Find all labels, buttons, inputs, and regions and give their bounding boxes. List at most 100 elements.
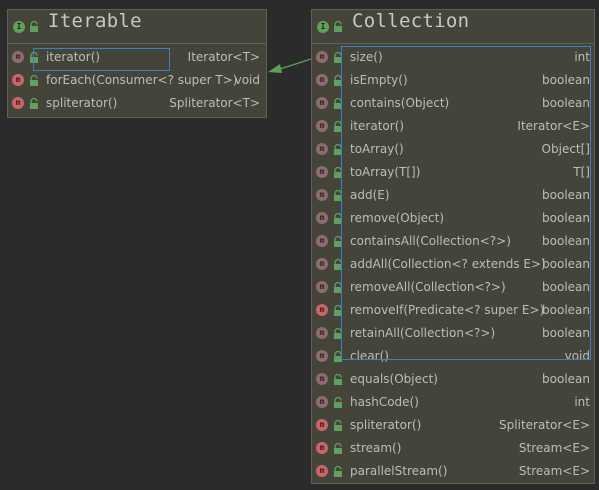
method-name: iterator() [46, 50, 101, 64]
method-row[interactable]: m iterator() Iterator<T> [8, 46, 266, 69]
method-row[interactable]: m containsAll(Collection<?>) boolean [312, 230, 594, 253]
iterable-title: Iterable [48, 10, 142, 32]
method-row[interactable]: m size() int [312, 46, 594, 69]
method-icon: m [316, 143, 328, 155]
public-lock-icon [30, 21, 38, 32]
method-icon: m [316, 373, 328, 385]
method-name: parallelStream() [350, 464, 448, 478]
iterable-header: I Iterable [8, 10, 266, 44]
method-return-type: int [574, 50, 590, 64]
method-icon: m [316, 350, 328, 362]
method-row[interactable]: m toArray(T[]) T[] [312, 161, 594, 184]
method-icon: m [316, 442, 328, 454]
method-row[interactable]: m toArray() Object[] [312, 138, 594, 161]
collection-interface-box[interactable]: I Collection m size() int m isEmpty() boolean… [311, 9, 595, 484]
method-row[interactable]: m forEach(Consumer<? super T>) void [8, 69, 266, 92]
method-name: toArray() [350, 142, 404, 156]
method-name: spliterator() [46, 96, 118, 110]
method-return-type: boolean [542, 73, 590, 87]
method-name: add(E) [350, 188, 390, 202]
method-name: hashCode() [350, 395, 419, 409]
method-icon: m [316, 120, 328, 132]
method-return-type: boolean [542, 96, 590, 110]
method-icon: m [316, 51, 328, 63]
method-name: addAll(Collection<? extends E>) [350, 257, 546, 271]
method-row[interactable]: m spliterator() Spliterator<T> [8, 92, 266, 115]
public-visibility-icon [334, 443, 342, 454]
iterable-interface-box[interactable]: I Iterable m iterator() Iterator<T> m forEac… [7, 9, 267, 118]
method-return-type: Stream<E> [518, 464, 590, 478]
public-visibility-icon [334, 305, 342, 316]
public-visibility-icon [334, 75, 342, 86]
public-visibility-icon [30, 98, 38, 109]
method-return-type: Iterator<E> [517, 119, 590, 133]
method-name: size() [350, 50, 383, 64]
method-return-type: Stream<E> [518, 441, 590, 455]
method-row[interactable]: m remove(Object) boolean [312, 207, 594, 230]
method-icon: m [12, 51, 24, 63]
method-return-type: void [564, 349, 590, 363]
method-row[interactable]: m removeIf(Predicate<? super E>) boolean [312, 299, 594, 322]
interface-icon: I [317, 21, 329, 33]
method-icon: m [316, 465, 328, 477]
method-name: forEach(Consumer<? super T>) [46, 73, 238, 87]
method-row[interactable]: m stream() Stream<E> [312, 437, 594, 460]
method-name: equals(Object) [350, 372, 438, 386]
method-return-type: void [234, 73, 260, 87]
method-return-type: int [574, 395, 590, 409]
public-visibility-icon [334, 121, 342, 132]
method-row[interactable]: m spliterator() Spliterator<E> [312, 414, 594, 437]
public-visibility-icon [334, 144, 342, 155]
inheritance-arrowhead [268, 64, 282, 73]
method-name: iterator() [350, 119, 405, 133]
method-return-type: T[] [573, 165, 590, 179]
method-return-type: boolean [542, 303, 590, 317]
method-row[interactable]: m removeAll(Collection<?>) boolean [312, 276, 594, 299]
method-name: stream() [350, 441, 402, 455]
method-row[interactable]: m isEmpty() boolean [312, 69, 594, 92]
method-row[interactable]: m hashCode() int [312, 391, 594, 414]
method-icon: m [316, 396, 328, 408]
public-visibility-icon [334, 52, 342, 63]
public-visibility-icon [30, 75, 38, 86]
method-return-type: boolean [542, 211, 590, 225]
method-row[interactable]: m contains(Object) boolean [312, 92, 594, 115]
method-return-type: boolean [542, 188, 590, 202]
inheritance-line [276, 58, 312, 71]
collection-header: I Collection [312, 10, 594, 44]
method-icon: m [316, 327, 328, 339]
method-icon: m [316, 304, 328, 316]
public-visibility-icon [334, 167, 342, 178]
method-icon: m [316, 166, 328, 178]
interface-icon: I [13, 21, 25, 33]
public-visibility-icon [30, 52, 38, 63]
public-visibility-icon [334, 374, 342, 385]
method-return-type: Iterator<T> [187, 50, 260, 64]
method-row[interactable]: m iterator() Iterator<E> [312, 115, 594, 138]
method-row[interactable]: m parallelStream() Stream<E> [312, 460, 594, 483]
public-visibility-icon [334, 282, 342, 293]
method-row[interactable]: m equals(Object) boolean [312, 368, 594, 391]
method-row[interactable]: m add(E) boolean [312, 184, 594, 207]
method-row[interactable]: m clear() void [312, 345, 594, 368]
method-name: remove(Object) [350, 211, 445, 225]
public-visibility-icon [334, 420, 342, 431]
method-return-type: Object[] [541, 142, 590, 156]
method-icon: m [12, 74, 24, 86]
method-icon: m [12, 97, 24, 109]
method-row[interactable]: m retainAll(Collection<?>) boolean [312, 322, 594, 345]
method-icon: m [316, 419, 328, 431]
method-return-type: Spliterator<T> [169, 96, 260, 110]
method-name: spliterator() [350, 418, 422, 432]
method-icon: m [316, 189, 328, 201]
public-visibility-icon [334, 328, 342, 339]
method-return-type: boolean [542, 280, 590, 294]
method-name: clear() [350, 349, 389, 363]
method-name: containsAll(Collection<?>) [350, 234, 511, 248]
method-icon: m [316, 74, 328, 86]
method-name: isEmpty() [350, 73, 408, 87]
method-row[interactable]: m addAll(Collection<? extends E>) boolean [312, 253, 594, 276]
method-name: removeIf(Predicate<? super E>) [350, 303, 545, 317]
method-name: retainAll(Collection<?>) [350, 326, 496, 340]
method-icon: m [316, 212, 328, 224]
